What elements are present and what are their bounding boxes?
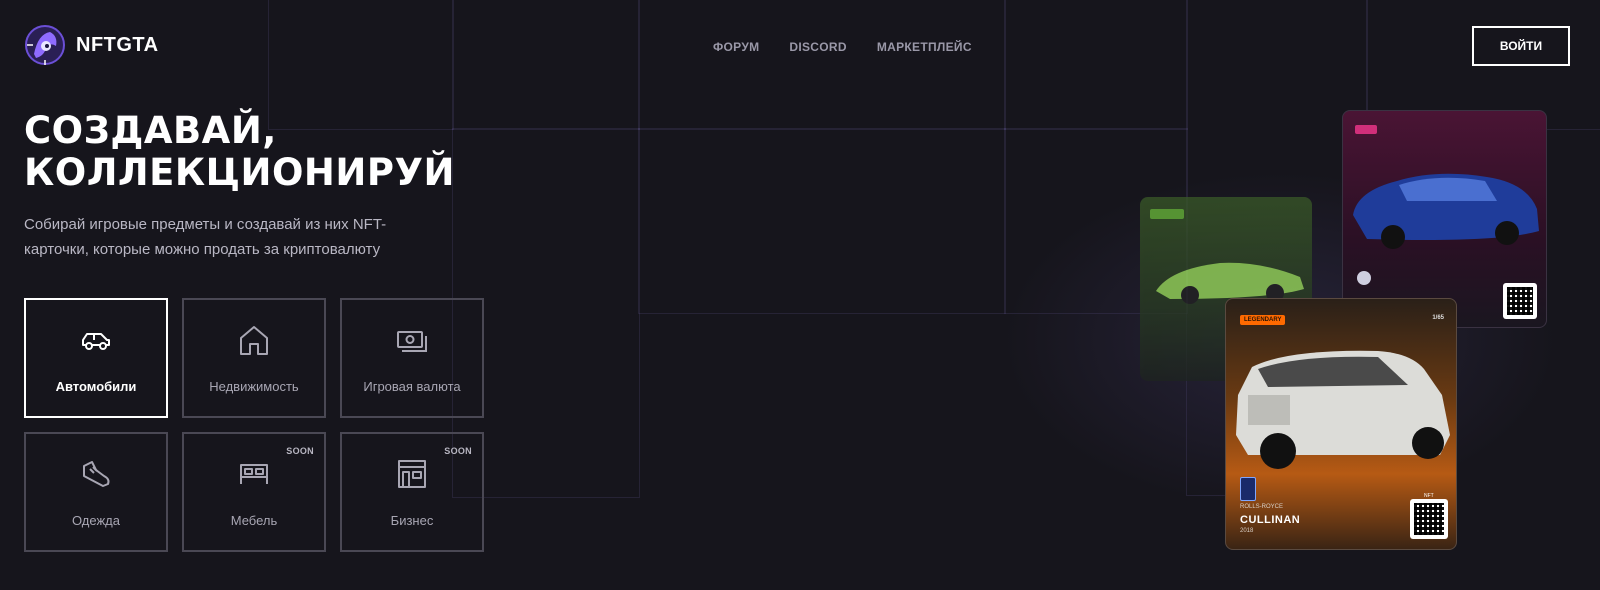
rarity-badge: [1150, 209, 1184, 219]
category-business[interactable]: SOON Бизнес: [340, 432, 484, 552]
logo-icon: [24, 24, 66, 66]
main-nav: ФОРУМ DISCORD МАРКЕТПЛЕЙС: [713, 40, 972, 54]
hero-title-line-1: СОЗДАВАЙ,: [24, 109, 277, 152]
category-cars[interactable]: Автомобили: [24, 298, 168, 418]
category-game-currency[interactable]: Игровая валюта: [340, 298, 484, 418]
category-furniture[interactable]: SOON Мебель: [182, 432, 326, 552]
car-image: [1353, 173, 1539, 249]
card-model: CULLINAN: [1240, 514, 1301, 526]
brand-name: NFTGTA: [76, 33, 159, 56]
nav-link-forum[interactable]: ФОРУМ: [713, 40, 759, 54]
rarity-badge: LEGENDARY: [1240, 315, 1286, 325]
store-icon: [398, 459, 426, 488]
card-year: 2018: [1240, 528, 1254, 534]
nav-link-marketplace[interactable]: МАРКЕТПЛЕЙС: [877, 40, 972, 54]
car-icon: [82, 332, 110, 350]
category-label: Игровая валюта: [363, 378, 461, 394]
category-grid: Автомобили Недвижимость Игровая валюта О…: [24, 298, 484, 552]
qr-code-icon: [1503, 283, 1537, 319]
bed-icon: [240, 463, 268, 484]
car-image: [1236, 350, 1450, 469]
category-label: Автомобили: [55, 378, 137, 394]
shoe-icon: [83, 460, 110, 487]
top-header: NFTGTA ФОРУМ DISCORD МАРКЕТПЛЕЙС ВОЙТИ: [0, 0, 1600, 95]
card-count: 1/65: [1432, 315, 1444, 321]
hero-title: СОЗДАВАЙ, КОЛЛЕКЦИОНИРУЙ: [24, 110, 455, 194]
hero-subtitle: Собирай игровые предметы и создавай из н…: [24, 216, 387, 258]
house-icon: [240, 325, 268, 355]
category-label: Мебель: [230, 512, 278, 528]
rolls-royce-logo-icon: [1240, 477, 1256, 501]
card-brand: ROLLS-ROYCE: [1240, 504, 1284, 510]
category-clothing[interactable]: Одежда: [24, 432, 168, 552]
nft-card-bmw[interactable]: [1342, 110, 1547, 328]
rarity-badge: [1355, 125, 1377, 134]
nft-card-rolls-royce[interactable]: LEGENDARY 1/65 ROLLS-ROYCE CULLINAN 2018…: [1225, 298, 1457, 550]
category-real-estate[interactable]: Недвижимость: [182, 298, 326, 418]
login-button[interactable]: ВОЙТИ: [1472, 26, 1570, 66]
brand-logo[interactable]: NFTGTA: [24, 24, 159, 66]
nav-link-discord[interactable]: DISCORD: [789, 40, 846, 54]
qr-code-icon: [1410, 499, 1448, 539]
category-label: Недвижимость: [209, 378, 299, 394]
money-icon: [397, 330, 427, 352]
category-label: Одежда: [71, 512, 120, 528]
soon-badge: SOON: [444, 446, 472, 456]
category-label: Бизнес: [390, 512, 434, 528]
hero-title-line-2: КОЛЛЕКЦИОНИРУЙ: [24, 151, 455, 194]
bmw-logo-icon: [1357, 271, 1371, 285]
soon-badge: SOON: [286, 446, 314, 456]
